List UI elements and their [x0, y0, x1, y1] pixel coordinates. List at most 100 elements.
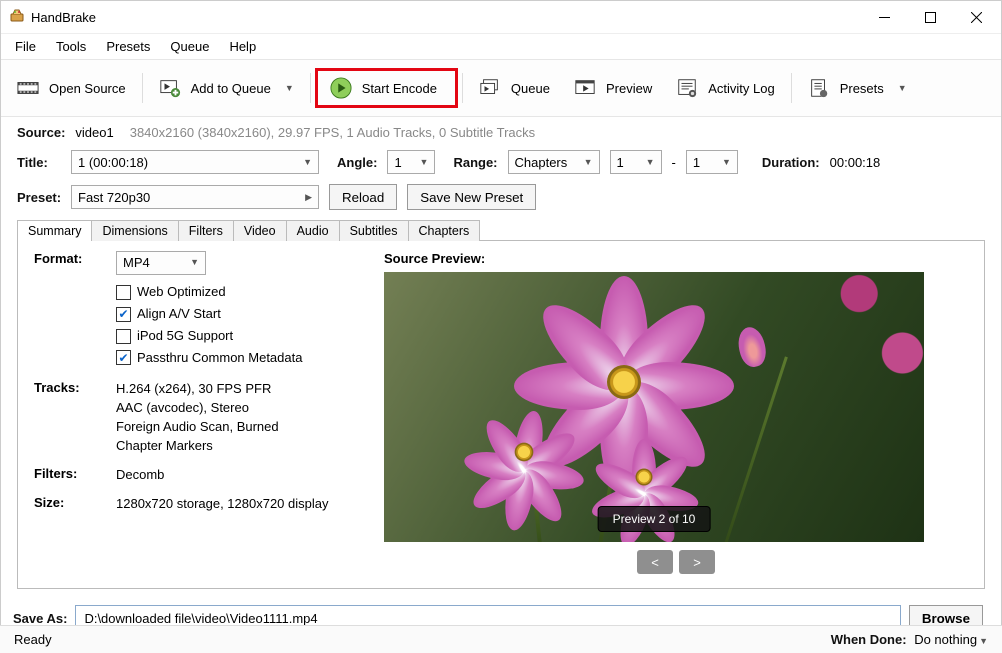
tab-subtitles[interactable]: Subtitles — [339, 220, 409, 241]
menu-queue[interactable]: Queue — [160, 35, 219, 58]
queue-button[interactable]: Queue — [467, 73, 562, 103]
add-to-queue-label: Add to Queue — [191, 81, 271, 96]
title-value: 1 (00:00:18) — [78, 155, 148, 170]
save-new-preset-button[interactable]: Save New Preset — [407, 184, 536, 210]
preview-label: Preview — [606, 81, 652, 96]
size-label: Size: — [34, 495, 116, 514]
size-value: 1280x720 storage, 1280x720 display — [116, 495, 364, 514]
tab-strip: Summary Dimensions Filters Video Audio S… — [17, 220, 985, 241]
open-source-button[interactable]: Open Source — [5, 73, 138, 103]
chevron-down-icon: ▼ — [979, 636, 988, 646]
chevron-right-icon: ▶ — [305, 192, 312, 203]
chevron-down-icon: ▼ — [303, 157, 312, 167]
tracks-label: Tracks: — [34, 380, 116, 455]
chevron-down-icon: ▼ — [420, 157, 429, 167]
minimize-button[interactable] — [861, 2, 907, 32]
toolbar-separator — [462, 73, 463, 103]
when-done-value: Do nothing — [914, 632, 977, 647]
presets-label: Presets — [840, 81, 884, 96]
checkbox-icon — [116, 329, 131, 344]
activity-log-label: Activity Log — [708, 81, 774, 96]
open-source-label: Open Source — [49, 81, 126, 96]
chevron-down-icon: ▼ — [722, 157, 731, 167]
format-dropdown[interactable]: MP4▼ — [116, 251, 206, 275]
add-to-queue-button[interactable]: Add to Queue ▼ — [147, 73, 306, 103]
presets-button[interactable]: Presets ▼ — [796, 73, 919, 103]
menu-help[interactable]: Help — [219, 35, 266, 58]
preset-value: Fast 720p30 — [78, 190, 150, 205]
source-name: video1 — [75, 125, 113, 140]
source-label: Source: — [17, 125, 65, 140]
duration-label: Duration: — [762, 155, 820, 170]
angle-label: Angle: — [337, 155, 377, 170]
tab-video[interactable]: Video — [233, 220, 287, 241]
tab-audio[interactable]: Audio — [286, 220, 340, 241]
range-type-dropdown[interactable]: Chapters ▼ — [508, 150, 600, 174]
chevron-down-icon: ▼ — [190, 256, 199, 269]
tracks-line: Chapter Markers — [116, 437, 364, 456]
save-as-label: Save As: — [13, 611, 67, 626]
angle-value: 1 — [394, 155, 401, 170]
align-av-label: Align A/V Start — [137, 305, 221, 324]
tracks-line: H.264 (x264), 30 FPS PFR — [116, 380, 364, 399]
menu-presets[interactable]: Presets — [96, 35, 160, 58]
range-to-value: 1 — [693, 155, 700, 170]
title-dropdown[interactable]: 1 (00:00:18) ▼ — [71, 150, 319, 174]
start-encode-highlight: Start Encode — [315, 68, 458, 108]
summary-panel: Format: MP4▼ Web Optimized Align A/V Sta… — [17, 240, 985, 589]
preset-dropdown[interactable]: Fast 720p30 ▶ — [71, 185, 319, 209]
tracks-line: Foreign Audio Scan, Burned — [116, 418, 364, 437]
menu-file[interactable]: File — [5, 35, 46, 58]
maximize-button[interactable] — [907, 2, 953, 32]
presets-icon — [808, 77, 830, 99]
align-av-checkbox[interactable]: Align A/V Start — [116, 305, 364, 324]
angle-dropdown[interactable]: 1▼ — [387, 150, 435, 174]
start-encode-button[interactable]: Start Encode — [320, 73, 447, 103]
reload-button[interactable]: Reload — [329, 184, 397, 210]
source-info: 3840x2160 (3840x2160), 29.97 FPS, 1 Audi… — [130, 125, 535, 140]
menu-tools[interactable]: Tools — [46, 35, 96, 58]
preview-button[interactable]: Preview — [562, 73, 664, 103]
filters-label: Filters: — [34, 466, 116, 485]
ipod-label: iPod 5G Support — [137, 327, 233, 346]
source-preview: Preview 2 of 10 — [384, 272, 924, 542]
toolbar-separator — [142, 73, 143, 103]
tab-summary[interactable]: Summary — [17, 220, 92, 241]
preview-index-badge: Preview 2 of 10 — [598, 506, 711, 532]
range-to-dropdown[interactable]: 1▼ — [686, 150, 738, 174]
queue-label: Queue — [511, 81, 550, 96]
log-icon — [676, 77, 698, 99]
chevron-down-icon: ▼ — [584, 157, 593, 167]
range-from-dropdown[interactable]: 1▼ — [610, 150, 662, 174]
preview-icon — [574, 77, 596, 99]
tab-filters[interactable]: Filters — [178, 220, 234, 241]
chevron-down-icon: ▼ — [285, 83, 294, 93]
close-button[interactable] — [953, 2, 999, 32]
tracks-line: AAC (avcodec), Stereo — [116, 399, 364, 418]
preview-prev-button[interactable]: < — [637, 550, 673, 574]
tab-chapters[interactable]: Chapters — [408, 220, 481, 241]
range-from-value: 1 — [617, 155, 624, 170]
source-preview-label: Source Preview: — [384, 251, 968, 266]
web-optimized-label: Web Optimized — [137, 283, 226, 302]
ipod-checkbox[interactable]: iPod 5G Support — [116, 327, 364, 346]
film-icon — [17, 77, 39, 99]
format-label: Format: — [34, 251, 116, 370]
web-optimized-checkbox[interactable]: Web Optimized — [116, 283, 364, 302]
checkbox-icon — [116, 307, 131, 322]
title-bar: HandBrake — [1, 1, 1001, 33]
toolbar-separator — [791, 73, 792, 103]
tab-dimensions[interactable]: Dimensions — [91, 220, 178, 241]
menu-bar: File Tools Presets Queue Help — [1, 33, 1001, 59]
toolbar-separator — [310, 73, 311, 103]
checkbox-icon — [116, 350, 131, 365]
range-separator: - — [672, 155, 676, 170]
metadata-checkbox[interactable]: Passthru Common Metadata — [116, 349, 364, 368]
when-done-dropdown[interactable]: Do nothing▼ — [914, 632, 988, 647]
metadata-label: Passthru Common Metadata — [137, 349, 302, 368]
tracks-body: H.264 (x264), 30 FPS PFR AAC (avcodec), … — [116, 380, 364, 455]
filters-value: Decomb — [116, 466, 364, 485]
preview-next-button[interactable]: > — [679, 550, 715, 574]
activity-log-button[interactable]: Activity Log — [664, 73, 786, 103]
range-type-value: Chapters — [515, 155, 568, 170]
